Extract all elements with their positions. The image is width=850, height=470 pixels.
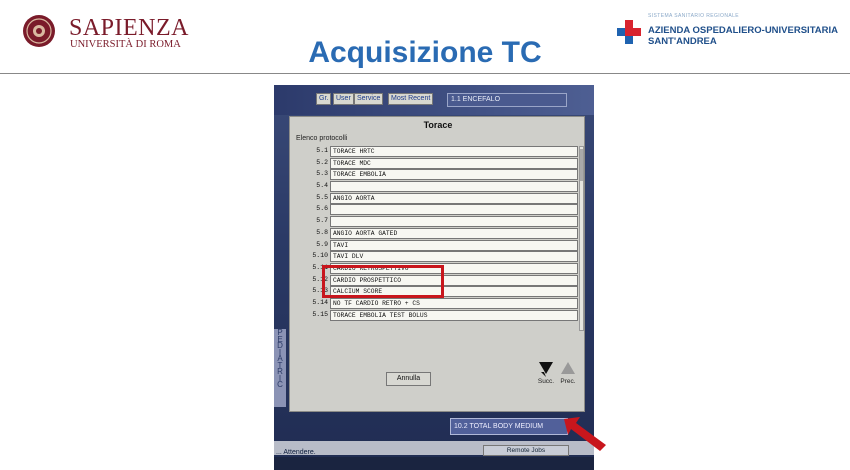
red-arrow-icon [564,417,606,451]
protocol-row[interactable]: 5.15 TORACE EMBOLIA TEST BOLUS [312,309,578,322]
hospital-name: AZIENDA OSPEDALIERO-UNIVERSITARIA SANT'A… [648,25,838,47]
protocol-name[interactable]: TAVI DLV [330,251,578,263]
protocol-name[interactable] [330,216,578,228]
cancel-button[interactable]: Annulla [386,372,431,386]
protocol-row[interactable]: 5.10 TAVI DLV [312,251,578,263]
protocol-name[interactable] [330,204,578,216]
protocol-number: 5.14 [312,298,328,306]
protocol-number: 5.15 [312,310,328,318]
status-text: ... Attendere. [276,449,316,456]
arrow-up-icon [561,362,575,374]
protocol-name[interactable]: TORACE EMBOLIA TEST BOLUS [330,309,578,321]
protocol-dialog: Torace Elenco protocolli 5.1 TORACE HRTC 5… [289,116,585,412]
protocol-number: 5.7 [316,217,328,225]
protocol-row[interactable]: 5.6 [316,204,578,216]
protocol-number: 5.3 [316,170,328,178]
protocol-field-bottom[interactable]: 10.2 TOTAL BODY MEDIUM [450,418,568,435]
hospital-system-label: SISTEMA SANITARIO REGIONALE [648,13,740,19]
arrow-down-icon [539,362,553,377]
protocol-row[interactable]: 5.1 TORACE HRTC [316,146,578,158]
tab-gr[interactable]: Gr. [316,93,332,105]
protocol-list-label: Elenco protocolli [296,135,348,142]
protocol-number: 5.1 [316,147,328,154]
protocol-row[interactable]: 5.4 [316,181,578,193]
protocol-number: 5.4 [316,182,328,190]
tab-user[interactable]: User [333,93,354,105]
pediatric-strip[interactable]: P E D I A T R I C [274,329,286,407]
protocol-number: 5.2 [316,158,328,166]
prev-button[interactable]: Prec. [558,359,578,389]
scroll-thumb[interactable] [580,149,583,181]
protocol-number: 5.6 [316,205,328,213]
tab-most-recent[interactable]: Most Recent [388,93,434,105]
protocol-row[interactable]: 5.2 TORACE MDC [316,157,578,170]
protocol-row[interactable]: 5.7 [316,216,578,228]
protocol-number: 5.5 [316,193,328,201]
protocol-number: 5.10 [312,252,328,260]
header-divider [0,73,850,74]
protocol-name[interactable]: NO TF CARDIO RETRO + CS [330,297,578,309]
protocol-number: 5.8 [316,228,328,236]
protocol-name[interactable]: ANGIO AORTA GATED [330,227,578,239]
protocol-number: 5.9 [316,240,328,248]
protocol-row[interactable]: 5.3 TORACE EMBOLIA [316,169,578,181]
protocol-name[interactable] [330,181,578,193]
highlight-box [322,265,444,298]
protocol-field-top[interactable]: 1.1 ENCEFALO [447,93,567,107]
protocol-scrollbar[interactable] [579,146,584,331]
protocol-name[interactable]: ANGIO AORTA [330,192,578,204]
next-button[interactable]: Succ. [536,359,556,389]
protocol-name[interactable]: TAVI [330,239,578,251]
protocol-row[interactable]: 5.14 NO TF CARDIO RETRO + CS [312,297,578,310]
protocol-name[interactable]: TORACE EMBOLIA [330,169,578,181]
console-taskbar [274,457,594,470]
hospital-name-line1: AZIENDA OSPEDALIERO-UNIVERSITARIA [648,25,839,36]
remote-jobs-button[interactable]: Remote Jobs [483,445,569,456]
prev-label: Prec. [560,378,576,385]
side-letter: C [277,380,283,389]
protocol-name[interactable]: TORACE MDC [330,157,578,169]
protocol-row[interactable]: 5.5 ANGIO AORTA [316,192,578,205]
slide: SAPIENZA UNIVERSITÀ DI ROMA Acquisizione… [0,0,850,470]
protocol-name[interactable]: TORACE HRTC [330,146,578,157]
tab-service[interactable]: Service [354,93,384,105]
hospital-name-line2: SANT'ANDREA [648,36,717,47]
protocol-row[interactable]: 5.9 TAVI [316,239,578,252]
hospital-cross-icon [617,20,641,44]
protocol-row[interactable]: 5.8 ANGIO AORTA GATED [316,227,578,240]
dialog-title: Torace [423,120,453,130]
next-label: Succ. [537,378,555,385]
